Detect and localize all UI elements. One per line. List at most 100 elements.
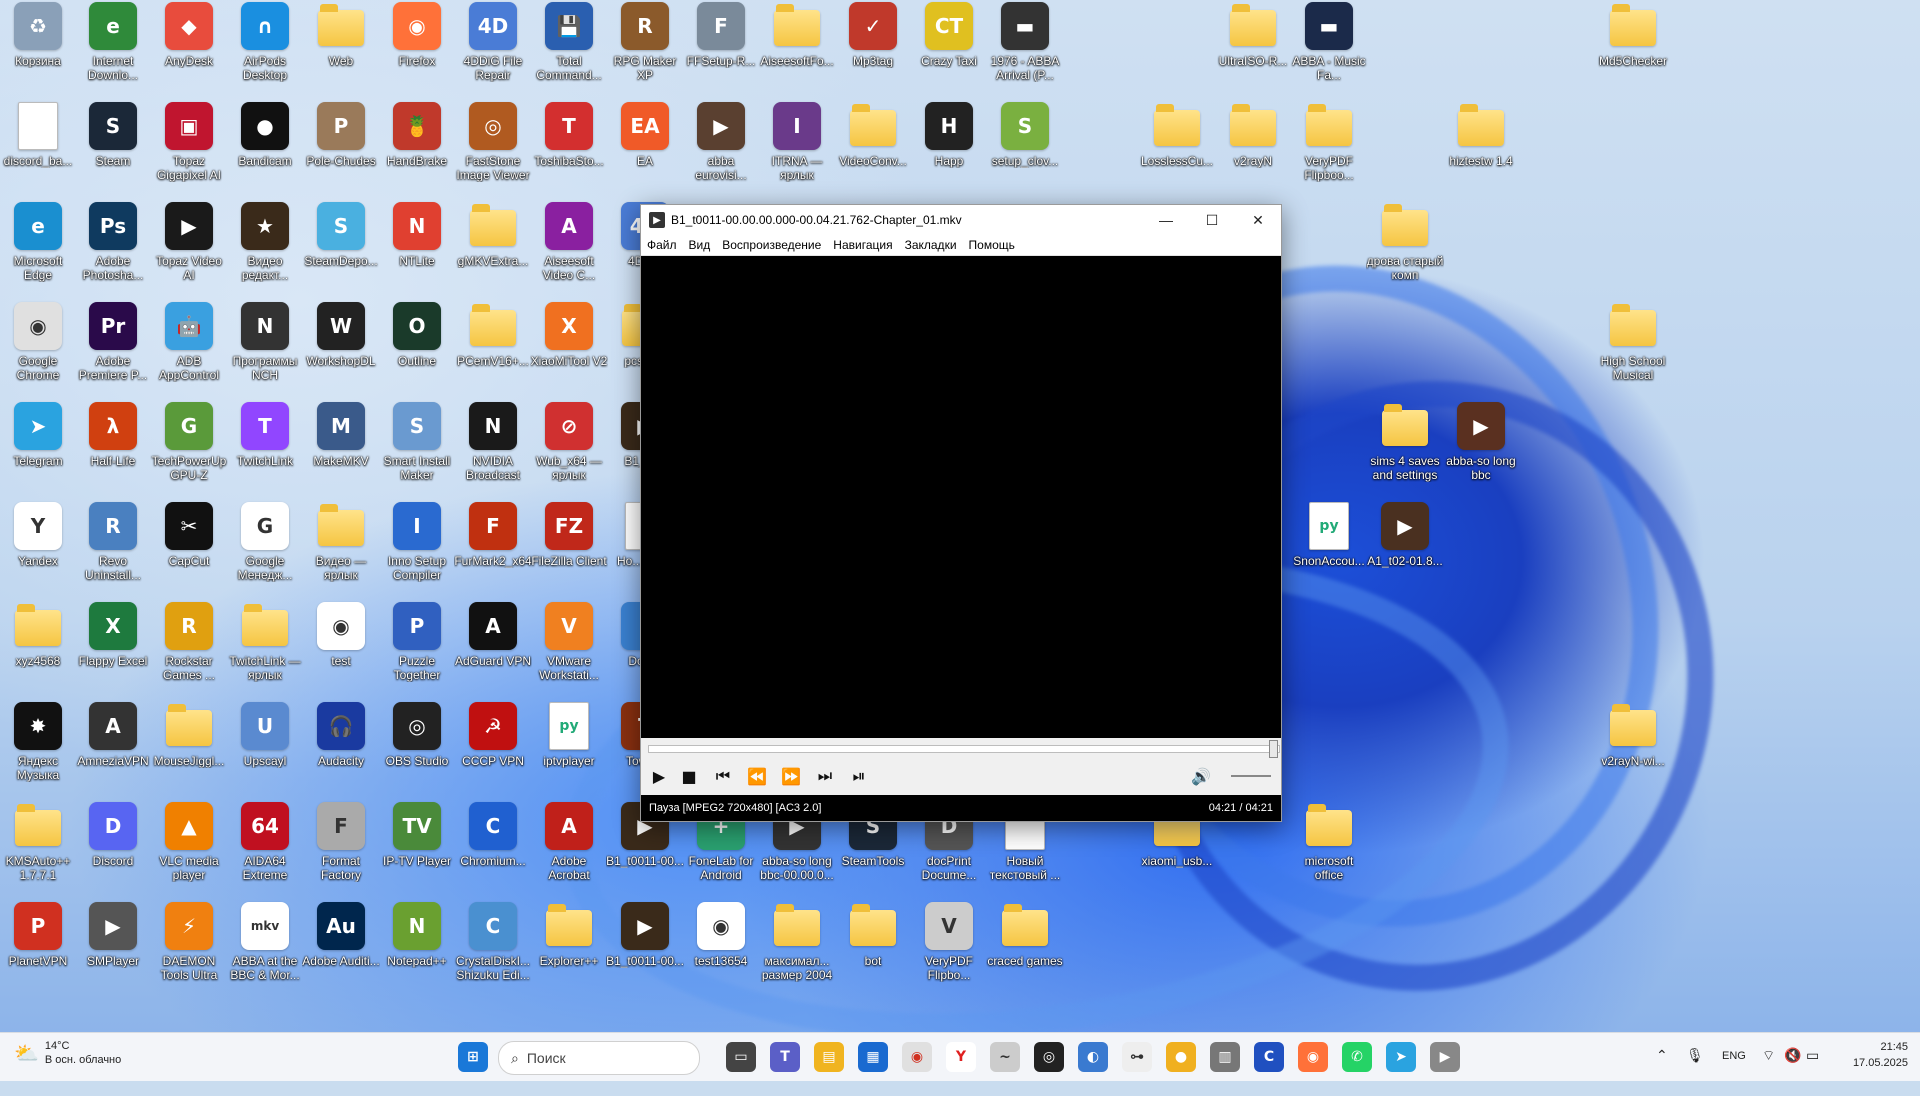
start-icon[interactable]: ⊞ (458, 1042, 488, 1072)
desktop-icon[interactable]: hiztestw 1.4 (1445, 102, 1517, 194)
battery-icon[interactable]: ▭ (1806, 1047, 1819, 1064)
desktop-icon[interactable]: A AdGuard VPN (455, 602, 531, 694)
menu-view[interactable]: Вид (689, 238, 711, 252)
desktop-icon[interactable]: S Steam (77, 102, 149, 194)
desktop-icon[interactable]: дрова старый комп (1367, 202, 1443, 294)
desktop-icon[interactable]: ▶ SMPlayer (77, 902, 149, 994)
desktop-icon[interactable]: F FFSetup-R... (685, 2, 757, 94)
desktop-icon[interactable]: C CrystalDiskI... Shizuku Edi... (456, 902, 530, 994)
volume-icon[interactable]: 🔊 (1189, 765, 1213, 787)
desktop-icon[interactable]: ▶ A1_t02-01.8... (1367, 502, 1443, 594)
desktop-icon[interactable]: craced games (987, 902, 1063, 994)
desktop-icon[interactable]: G Google Менедж... (229, 502, 301, 594)
desktop-icon[interactable]: VeryPDF Flipboo... (1293, 102, 1365, 194)
desktop-icon[interactable]: V VeryPDF Flipbo... (913, 902, 985, 994)
app-icon-4[interactable]: ● (1166, 1042, 1196, 1072)
next-icon[interactable]: ⏭ (813, 765, 837, 787)
desktop-icon[interactable]: V VMware Workstati... (533, 602, 605, 694)
frame-step-icon[interactable]: ⏯ (847, 765, 871, 787)
desktop-icon[interactable]: M MakeMKV (305, 402, 377, 494)
desktop-icon[interactable]: P Puzzle Together (381, 602, 453, 694)
desktop-icon[interactable]: PCemV16+... (457, 302, 529, 394)
seek-bar[interactable] (648, 740, 1280, 758)
desktop-icon[interactable]: xyz4568 (2, 602, 74, 694)
desktop-icon[interactable]: v2rayN (1217, 102, 1289, 194)
desktop-icon[interactable]: 64 AIDA64 Extreme (229, 802, 301, 894)
volume-muted-icon[interactable]: 🔇 (1784, 1047, 1801, 1064)
yandex-icon[interactable]: Y (946, 1042, 976, 1072)
desktop-icon[interactable]: P PlanetVPN (2, 902, 74, 994)
title-bar[interactable]: ▶ B1_t0011-00.00.00.000-00.04.21.762-Cha… (641, 205, 1281, 235)
clock-date[interactable]: 17.05.2025 (1838, 1057, 1908, 1069)
desktop-icon[interactable]: py iptvplayer (533, 702, 605, 794)
volume-slider[interactable] (1231, 775, 1271, 777)
wifi-icon[interactable]: ⌔ (1762, 1047, 1775, 1065)
desktop-icon[interactable]: KMSAuto++ 1.7.7.1 (2, 802, 74, 894)
desktop-icon[interactable]: High School Musical (1597, 302, 1669, 394)
desktop-icon[interactable]: Y Yandex (2, 502, 74, 594)
app-icon-2[interactable]: ◐ (1078, 1042, 1108, 1072)
desktop-icon[interactable]: FZ FileZilla Client (531, 502, 607, 594)
desktop-icon[interactable]: 🎧 Audacity (305, 702, 377, 794)
media-player-window[interactable]: ▶ B1_t0011-00.00.00.000-00.04.21.762-Cha… (640, 204, 1282, 822)
desktop-icon[interactable]: X Flappy Excel (77, 602, 149, 694)
app-icon-5[interactable]: ▥ (1210, 1042, 1240, 1072)
menu-help[interactable]: Помощь (969, 238, 1015, 252)
desktop-icon[interactable]: 🤖 ADB AppControl (153, 302, 225, 394)
desktop-icon[interactable]: ◎ OBS Studio (381, 702, 453, 794)
desktop-icon[interactable]: P Pole-Chudes (305, 102, 377, 194)
desktop-icon[interactable]: G TechPowerUp GPU-Z (152, 402, 226, 494)
clock-time[interactable]: 21:45 (1858, 1041, 1908, 1053)
desktop-icon[interactable]: ▲ VLC media player (153, 802, 225, 894)
desktop-icon[interactable]: LosslessCu... (1141, 102, 1213, 194)
previous-icon[interactable]: ⏮ (711, 765, 735, 787)
rewind-icon[interactable]: ⏪ (745, 765, 769, 787)
obs-icon[interactable]: ◎ (1034, 1042, 1064, 1072)
desktop-icon[interactable]: microsoft office (1293, 802, 1365, 894)
desktop-icon[interactable]: MouseJiggl... (153, 702, 225, 794)
desktop-icon[interactable]: ∩ AirPods Desktop (229, 2, 301, 94)
desktop-icon[interactable]: TwitchLink — ярлык (229, 602, 301, 694)
teams-icon[interactable]: T (770, 1042, 800, 1072)
desktop-icon[interactable]: CT Crazy Taxi (913, 2, 985, 94)
desktop-icon[interactable]: A Aiseesoft Video C... (533, 202, 605, 294)
desktop-icon[interactable]: F Format Factory (305, 802, 377, 894)
desktop-icon[interactable]: ➤ Telegram (2, 402, 74, 494)
desktop-icon[interactable]: Au Adobe Auditi... (302, 902, 380, 994)
task-view-icon[interactable]: ▭ (726, 1042, 756, 1072)
desktop-icon[interactable]: ⚡ DAEMON Tools Ultra (153, 902, 225, 994)
desktop-icon[interactable]: ✸ Яндекс Музыка (2, 702, 74, 794)
desktop-icon[interactable]: Web (305, 2, 377, 94)
chevron-up-icon[interactable]: ⌃ (1656, 1047, 1668, 1064)
menu-playback[interactable]: Воспроизведение (722, 238, 821, 252)
fast-forward-icon[interactable]: ⏩ (779, 765, 803, 787)
desktop-icon[interactable]: S Smart Install Maker (381, 402, 453, 494)
desktop-icon[interactable]: N NVIDIA Broadcast (457, 402, 529, 494)
desktop-icon[interactable]: UltraISO-R... (1217, 2, 1289, 94)
stop-icon[interactable]: ■ (677, 765, 701, 787)
desktop-icon[interactable]: H Happ (913, 102, 985, 194)
menu-navigation[interactable]: Навигация (833, 238, 892, 252)
desktop-icon[interactable]: T ToshibaSto... (533, 102, 605, 194)
desktop-icon[interactable]: bot (837, 902, 909, 994)
video-area[interactable] (641, 256, 1281, 738)
play-icon[interactable]: ▶ (647, 765, 671, 787)
store-icon[interactable]: ▦ (858, 1042, 888, 1072)
desktop-icon[interactable]: ★ Видео редакт... (229, 202, 301, 294)
desktop-icon[interactable]: e Microsoft Edge (2, 202, 74, 294)
desktop-icon[interactable]: 💾 Total Command... (533, 2, 605, 94)
desktop-icon[interactable]: ◉ test13654 (685, 902, 757, 994)
firefox-icon[interactable]: ◉ (1298, 1042, 1328, 1072)
desktop-icon[interactable]: mkv ABBA at the BBC & Mor... (229, 902, 301, 994)
desktop-icon[interactable]: N Notepad++ (381, 902, 453, 994)
desktop-icon[interactable]: S SteamDepo... (304, 202, 378, 294)
seek-thumb[interactable] (1269, 740, 1278, 758)
desktop-icon[interactable]: ▬ 1976 - ABBA Arrival (P... (989, 2, 1061, 94)
desktop-icon[interactable]: Видео — ярлык (305, 502, 377, 594)
chromium-icon[interactable]: C (1254, 1042, 1284, 1072)
desktop-icon[interactable]: py SnonAccou... (1293, 502, 1365, 594)
desktop-icon[interactable]: ▬ ABBA - Music Fa... (1292, 2, 1366, 94)
desktop-icon[interactable]: ◆ AnyDesk (153, 2, 225, 94)
desktop-icon[interactable]: R Revo Uninstall... (77, 502, 149, 594)
desktop-icon[interactable]: D Discord (77, 802, 149, 894)
